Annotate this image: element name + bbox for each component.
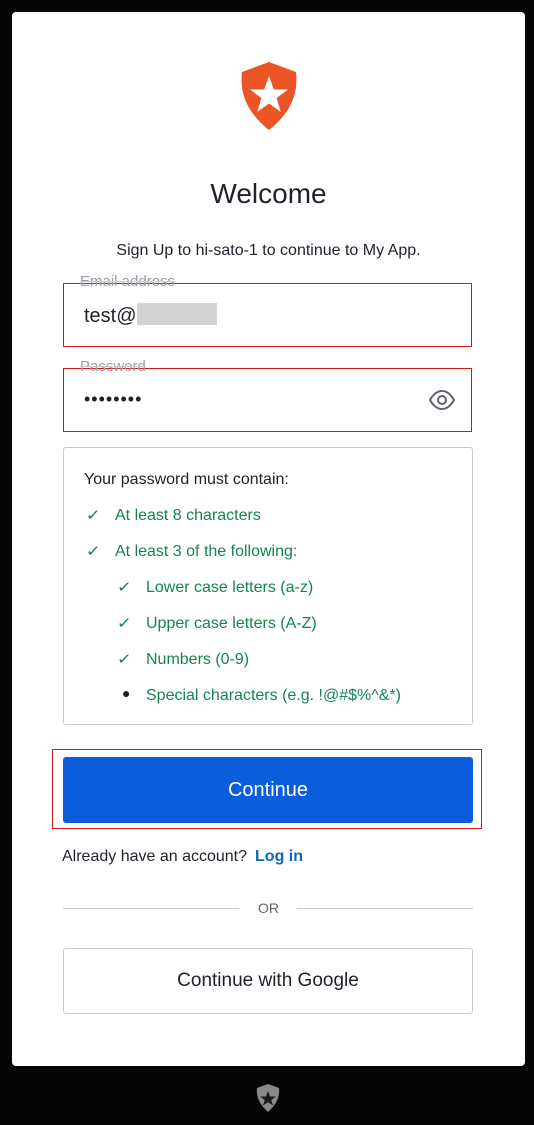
rule-special: Special characters (e.g. !@#$%^&*) [146, 687, 401, 704]
password-policy: Your password must contain: ✓ At least 8… [63, 447, 473, 725]
eye-icon[interactable] [429, 390, 455, 410]
redaction-block [136, 303, 217, 325]
check-icon: ✓ [85, 507, 101, 524]
rule-three-of: At least 3 of the following: [115, 543, 298, 560]
password-value[interactable]: •••••••• [84, 389, 142, 410]
rule-min-length: At least 8 characters [115, 507, 261, 524]
login-link[interactable]: Log in [255, 848, 303, 865]
check-icon: ✓ [116, 579, 132, 596]
signup-card: Welcome Sign Up to hi-sato-1 to continue… [12, 12, 525, 1066]
already-account-text: Already have an account? [62, 848, 248, 865]
continue-button[interactable]: Continue [63, 757, 473, 823]
email-value[interactable]: test@ [84, 303, 217, 328]
check-icon: ✓ [116, 615, 132, 632]
password-label: Password [80, 358, 146, 375]
already-account-row: Already have an account? Log in [62, 848, 303, 866]
password-field[interactable]: Password •••••••• [63, 358, 472, 432]
email-field[interactable]: Email address test@ [63, 273, 472, 347]
auth0-shield-star-icon [241, 62, 297, 130]
rule-lowercase: Lower case letters (a-z) [146, 579, 314, 596]
policy-title: Your password must contain: [84, 471, 289, 488]
rule-uppercase: Upper case letters (A-Z) [146, 615, 317, 632]
check-icon: ✓ [116, 651, 132, 668]
divider-right [297, 908, 473, 909]
page-title: Welcome [210, 178, 327, 209]
google-button[interactable]: Continue with Google [63, 948, 473, 1014]
page-subtitle: Sign Up to hi-sato-1 to continue to My A… [116, 242, 421, 259]
auth0-badge-icon [256, 1084, 280, 1112]
bullet-icon: ● [122, 685, 131, 701]
check-icon: ✓ [85, 543, 101, 560]
email-value-text: test@ [84, 305, 137, 327]
rule-numbers: Numbers (0-9) [146, 651, 250, 668]
email-label: Email address [80, 273, 176, 290]
